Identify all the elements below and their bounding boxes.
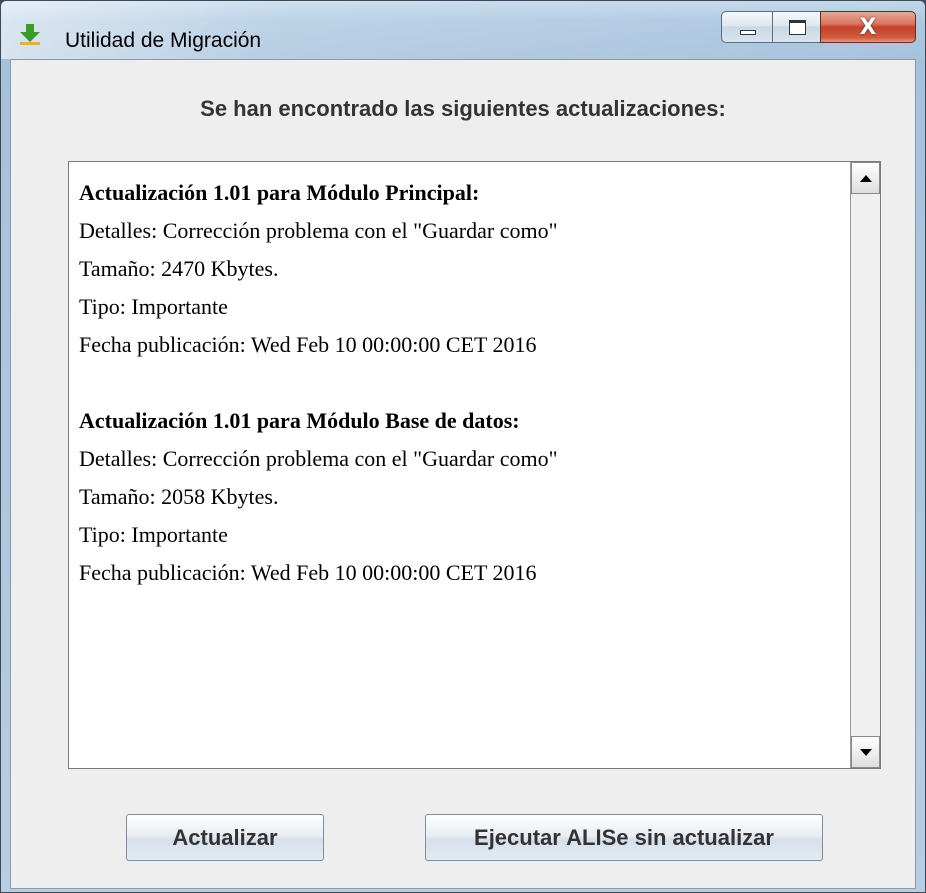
maximize-icon <box>789 20 806 35</box>
update-details: Detalles: Corrección problema con el "Gu… <box>79 446 558 471</box>
update-type: Tipo: Importante <box>79 294 228 319</box>
updates-heading: Se han encontrado las siguientes actuali… <box>200 96 726 121</box>
window-title: Utilidad de Migración <box>65 29 262 52</box>
close-button[interactable]: X <box>820 11 916 43</box>
download-arrow-icon <box>20 24 40 45</box>
arrow-down-icon <box>859 748 872 756</box>
scroll-down-button[interactable] <box>851 736 880 768</box>
vertical-scrollbar[interactable] <box>850 162 880 768</box>
scroll-track[interactable] <box>851 194 880 736</box>
update-details: Detalles: Corrección problema con el "Gu… <box>79 218 558 243</box>
update-entry: Actualización 1.01 para Módulo Base de d… <box>79 402 842 592</box>
dialog-content: Se han encontrado las siguientes actuali… <box>10 59 916 889</box>
maximize-button[interactable] <box>772 11 821 43</box>
close-icon: X <box>859 14 877 40</box>
run-without-update-button[interactable]: Ejecutar ALISe sin actualizar <box>425 814 823 861</box>
scroll-up-button[interactable] <box>851 162 880 194</box>
minimize-icon <box>740 30 756 35</box>
update-button[interactable]: Actualizar <box>126 814 324 861</box>
update-title: Actualización 1.01 para Módulo Base de d… <box>79 408 520 433</box>
update-date: Fecha publicación: Wed Feb 10 00:00:00 C… <box>79 560 537 585</box>
update-type: Tipo: Importante <box>79 522 228 547</box>
update-date: Fecha publicación: Wed Feb 10 00:00:00 C… <box>79 332 537 357</box>
update-title: Actualización 1.01 para Módulo Principal… <box>79 180 480 205</box>
dialog-window: Utilidad de Migración X Se han encontrad… <box>0 0 926 893</box>
updates-text-area[interactable]: Actualización 1.01 para Módulo Principal… <box>68 161 881 769</box>
minimize-button[interactable] <box>721 11 773 43</box>
arrow-up-icon <box>859 174 872 182</box>
updates-list: Actualización 1.01 para Módulo Principal… <box>79 174 842 630</box>
title-bar[interactable]: Utilidad de Migración X <box>1 1 925 59</box>
update-size: Tamaño: 2058 Kbytes. <box>79 484 279 509</box>
update-entry: Actualización 1.01 para Módulo Principal… <box>79 174 842 364</box>
update-size: Tamaño: 2470 Kbytes. <box>79 256 279 281</box>
